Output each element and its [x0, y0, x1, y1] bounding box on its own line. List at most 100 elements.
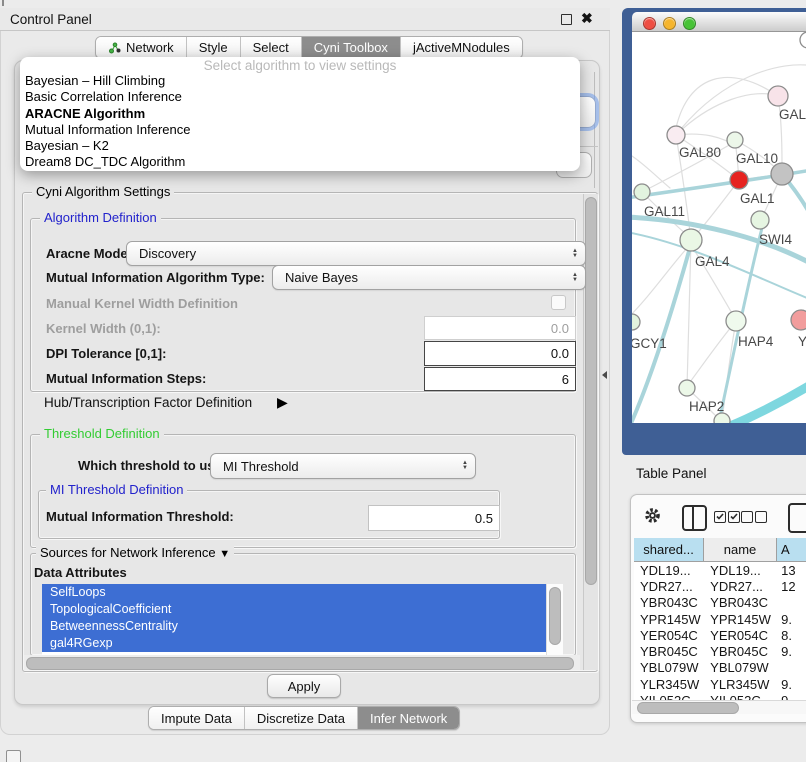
network-node-bottom-node[interactable]	[714, 413, 730, 423]
combo-spinner-icon: ▲▼	[572, 273, 578, 283]
algorithm-placeholder: Select algorithm to view settings	[20, 58, 580, 73]
apply-button[interactable]: Apply	[267, 674, 341, 698]
table-rows: YDL19...YDL19...13YDR27...YDR27...12YBR0…	[634, 562, 806, 700]
network-node-GCY1[interactable]	[632, 314, 640, 330]
table-hscrollbar-thumb[interactable]	[637, 702, 739, 714]
table-row[interactable]: YDR27...YDR27...12	[634, 578, 806, 594]
tab-network[interactable]: Network	[96, 37, 187, 58]
network-node-GAL10[interactable]	[727, 132, 743, 148]
tab-style[interactable]: Style	[187, 37, 241, 58]
table-icon[interactable]	[788, 503, 806, 533]
mi-threshold-group-title: MI Threshold Definition	[46, 483, 187, 497]
network-node-HAP4[interactable]	[726, 311, 746, 331]
threshold-definition-title: Threshold Definition	[40, 427, 164, 441]
tab-select[interactable]: Select	[241, 37, 302, 58]
minimize-traffic-light[interactable]	[663, 17, 676, 30]
aracne-mode-value: Discovery	[139, 246, 196, 261]
menu-item[interactable]: Dream8 DC_TDC Algorithm	[22, 154, 578, 170]
table-row[interactable]: YPR145WYPR145W9.	[634, 611, 806, 627]
menu-item[interactable]: Bayesian – K2	[22, 138, 578, 154]
settings-hscrollbar-thumb[interactable]	[26, 657, 574, 670]
network-canvas[interactable]: GALGAL80GAL10GAL1GAL11SWI4GAL4GCY1HAP4YH…	[632, 32, 806, 423]
minimized-panel-icon[interactable]	[6, 750, 21, 762]
table-row[interactable]: YLR345WYLR345W9.	[634, 676, 806, 692]
bottom-tab-infer-network[interactable]: Infer Network	[358, 707, 459, 729]
bottom-tab-discretize-data[interactable]: Discretize Data	[245, 707, 358, 729]
network-window-titlebar[interactable]	[632, 12, 806, 32]
table-header: shared...nameA	[634, 538, 806, 562]
network-node-GAL11[interactable]	[634, 184, 650, 200]
table-cell: 13	[777, 563, 806, 578]
column-header[interactable]: name	[704, 538, 777, 561]
combo-spinner-icon: ▲▼	[462, 461, 468, 471]
deselect-checkboxes-icon[interactable]	[741, 511, 769, 529]
network-node-salmon-node[interactable]	[791, 310, 806, 330]
aracne-mode-combo[interactable]: Discovery ▲▼	[126, 241, 586, 266]
split-column-icon[interactable]	[682, 505, 707, 531]
zoom-traffic-light[interactable]	[683, 17, 696, 30]
menu-item[interactable]: Mutual Information Inference	[22, 122, 578, 138]
network-node-GAL80[interactable]	[667, 126, 685, 144]
network-node-SWI4[interactable]	[751, 211, 769, 229]
table-row[interactable]: YBR043CYBR043C	[634, 595, 806, 611]
algorithm-definition-title: Algorithm Definition	[40, 211, 161, 225]
gear-icon[interactable]	[644, 507, 661, 524]
expand-arrow-icon[interactable]: ▶	[277, 394, 288, 411]
table-row[interactable]: YER054CYER054C8.	[634, 627, 806, 643]
network-node-GAL4[interactable]	[680, 229, 702, 251]
table-row[interactable]: YDL19...YDL19...13	[634, 562, 806, 578]
panel-divider-handle[interactable]	[602, 371, 607, 379]
menu-item[interactable]: ARACNE Algorithm	[22, 106, 578, 122]
network-canvas-svg: GALGAL80GAL10GAL1GAL11SWI4GAL4GCY1HAP4YH…	[632, 32, 806, 423]
table-cell: 9.	[777, 677, 806, 692]
mi-threshold-label: Mutual Information Threshold:	[46, 509, 234, 524]
manual-kernel-label: Manual Kernel Width Definition	[46, 296, 238, 311]
network-edge	[676, 94, 778, 135]
table-cell: YBL079W	[634, 660, 704, 675]
collapse-arrow-icon[interactable]: ▼	[219, 548, 230, 560]
table-cell: YDR27...	[704, 579, 777, 594]
hub-section-toggle[interactable]: Hub/Transcription Factor Definition	[44, 395, 252, 410]
close-icon[interactable]: ✖	[581, 10, 593, 27]
attributes-vscrollbar-thumb[interactable]	[549, 587, 561, 645]
attribute-list-item[interactable]: gal4RGexp	[42, 635, 546, 652]
network-node-gal-top[interactable]	[768, 86, 788, 106]
tab-cyni-toolbox[interactable]: Cyni Toolbox	[302, 37, 401, 58]
sources-group-title[interactable]: Sources for Network Inference ▼	[36, 546, 234, 561]
table-cell: YLR345W	[634, 677, 704, 692]
kernel-width-field[interactable]: 0.0	[424, 316, 576, 340]
mi-steps-field[interactable]: 6	[424, 367, 576, 391]
network-node-white-top[interactable]	[800, 32, 806, 48]
attribute-list-item[interactable]: SelfLoops	[42, 584, 546, 601]
settings-vscrollbar-thumb[interactable]	[585, 197, 597, 585]
aracne-mode-label: Aracne Mode:	[46, 246, 132, 261]
node-label: SWI4	[759, 232, 792, 247]
column-header[interactable]: A	[777, 538, 806, 561]
network-node-gray-node[interactable]	[771, 163, 793, 185]
float-window-icon[interactable]	[561, 14, 572, 25]
table-cell: YBR045C	[704, 644, 777, 659]
menu-item[interactable]: Bayesian – Hill Climbing	[22, 73, 578, 89]
attribute-list-item[interactable]: BetweennessCentrality	[42, 618, 546, 635]
manual-kernel-checkbox[interactable]	[551, 295, 566, 310]
table-row[interactable]: YBL079WYBL079W	[634, 660, 806, 676]
close-traffic-light[interactable]	[643, 17, 656, 30]
mi-threshold-field[interactable]: 0.5	[368, 505, 500, 531]
network-node-GAL1[interactable]	[730, 171, 748, 189]
network-node-HAP2[interactable]	[679, 380, 695, 396]
table-row[interactable]: YBR045CYBR045C9.	[634, 643, 806, 659]
tab-jactivemnodules[interactable]: jActiveMNodules	[401, 37, 522, 58]
mi-type-combo[interactable]: Naive Bayes ▲▼	[272, 265, 586, 290]
bottom-tab-impute-data[interactable]: Impute Data	[149, 707, 245, 729]
table-cell: YDL19...	[634, 563, 704, 578]
which-threshold-combo[interactable]: MI Threshold ▲▼	[210, 453, 476, 479]
table-row[interactable]: YIL052CYIL052C9.	[634, 692, 806, 700]
algorithm-menu: Bayesian – Hill ClimbingBasic Correlatio…	[22, 73, 578, 171]
select-all-checkboxes-icon[interactable]	[714, 511, 742, 529]
table-cell: 9.	[777, 644, 806, 659]
menu-item[interactable]: Basic Correlation Inference	[22, 89, 578, 105]
column-header[interactable]: shared...	[634, 538, 704, 561]
dpi-tolerance-field[interactable]: 0.0	[424, 341, 576, 366]
sources-title-text: Sources for Network Inference	[40, 545, 216, 560]
attribute-list-item[interactable]: TopologicalCoefficient	[42, 601, 546, 618]
